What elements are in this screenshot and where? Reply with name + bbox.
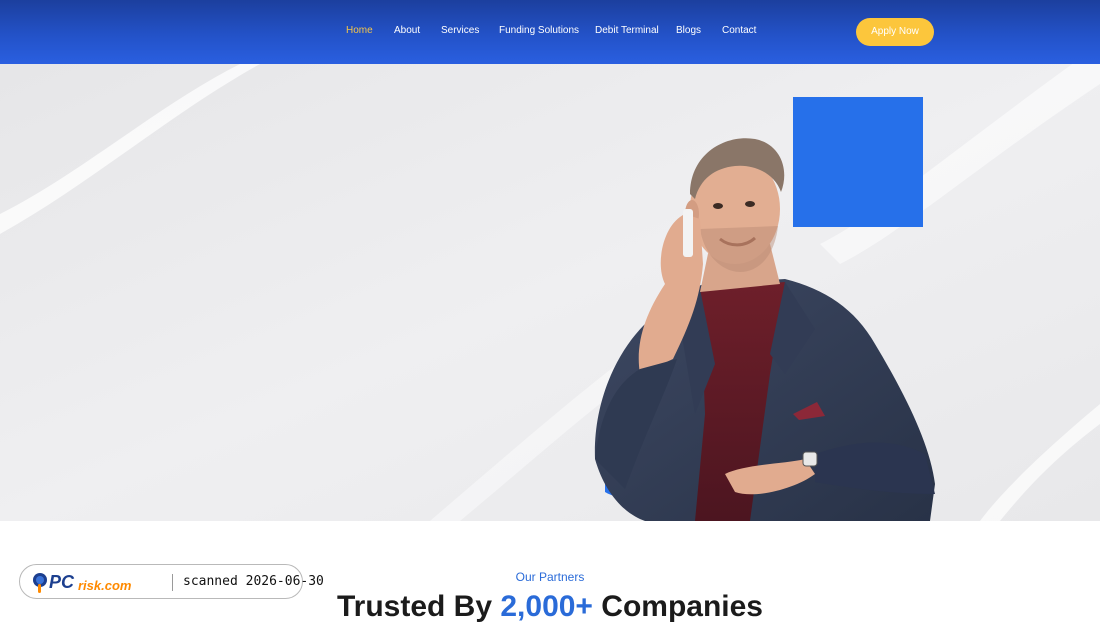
nav-about[interactable]: About [394,25,420,36]
headline-accent: 2,000+ [500,590,593,623]
main-nav: Home About Services Funding Solutions De… [0,0,1100,64]
headline-pre: Trusted By [336,590,501,623]
nav-blogs[interactable]: Blogs [676,25,701,36]
apply-now-button[interactable]: Apply Now [856,18,934,46]
pcrisk-logo: PC risk.com [33,572,132,593]
nav-debit-terminal[interactable]: Debit Terminal [595,25,659,36]
site-header: Home About Services Funding Solutions De… [0,0,1100,64]
scan-date-text: scanned 2026-06-30 [183,574,324,589]
businessman-photo [594,138,935,521]
nav-services[interactable]: Services [441,25,479,36]
badge-divider [172,574,173,591]
nav-contact[interactable]: Contact [722,25,756,36]
headline-post: Companies [592,590,763,623]
svg-text:risk.com: risk.com [78,578,132,593]
svg-text:PC: PC [49,572,75,592]
hero-section [0,64,1100,521]
nav-home[interactable]: Home [346,25,373,36]
nav-funding-solutions[interactable]: Funding Solutions [499,25,579,36]
scan-watermark: PC risk.com scanned 2026-06-30 [19,564,324,599]
